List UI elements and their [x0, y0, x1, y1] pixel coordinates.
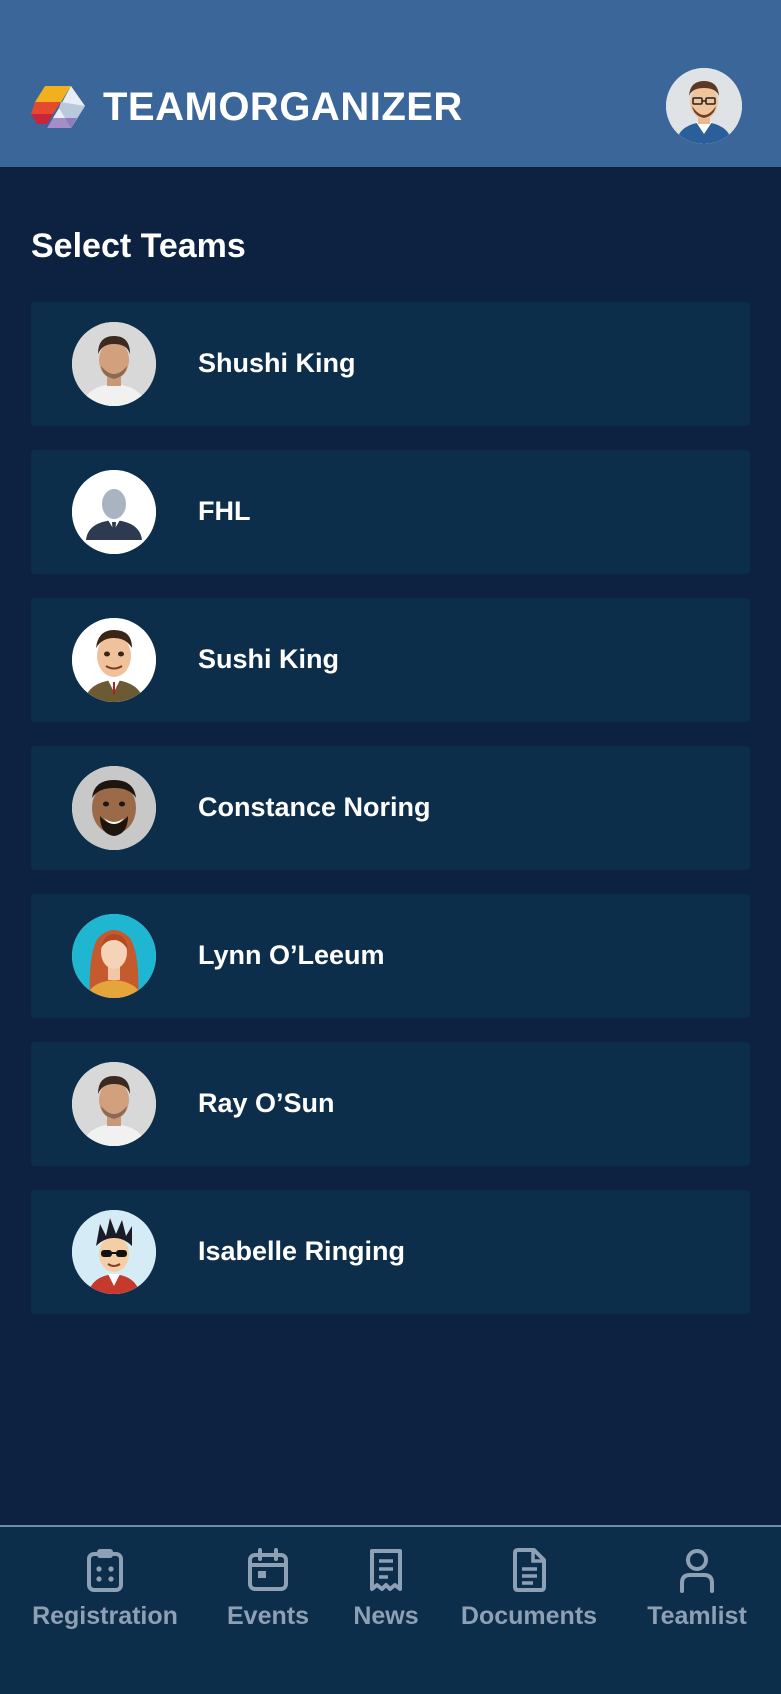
- app-name: TEAMORGANIZER: [103, 85, 463, 129]
- team-name: Isabelle Ringing: [198, 1236, 406, 1266]
- team-name: Ray O’Sun: [198, 1088, 335, 1118]
- bottom-navigation: Registration Events News Documents Teaml…: [0, 1525, 781, 1694]
- cartoon-smiling-man-avatar-icon: [72, 766, 156, 850]
- team-card-constance-noring[interactable]: Constance Noring: [31, 746, 750, 870]
- nav-item-documents[interactable]: Documents: [458, 1547, 600, 1657]
- cartoon-man-avatar-icon: [72, 618, 156, 702]
- nav-label: Events: [227, 1602, 309, 1630]
- nav-item-registration[interactable]: Registration: [30, 1547, 180, 1657]
- nav-item-events[interactable]: Events: [222, 1547, 314, 1657]
- teamorganizer-logo-icon: [31, 86, 85, 128]
- clipboard-icon: [87, 1549, 123, 1592]
- team-card-ray-osun[interactable]: Ray O’Sun: [31, 1042, 750, 1166]
- user-avatar-icon[interactable]: [666, 68, 742, 144]
- man-photo-avatar-icon: [72, 1062, 156, 1146]
- team-card-sushi-king[interactable]: Sushi King: [31, 598, 750, 722]
- team-name: Shushi King: [198, 348, 356, 378]
- calendar-icon: [248, 1548, 288, 1591]
- document-icon: [513, 1548, 546, 1592]
- team-card-isabelle-ringing[interactable]: Isabelle Ringing: [31, 1190, 750, 1314]
- nav-label: Registration: [32, 1602, 178, 1630]
- nav-item-teamlist[interactable]: Teamlist: [644, 1547, 750, 1657]
- team-list: Shushi King FHL Sushi King Constance Nor…: [31, 302, 750, 1338]
- cartoon-sunglasses-avatar-icon: [72, 1210, 156, 1294]
- woman-photo-avatar-icon: [72, 914, 156, 998]
- team-name: Lynn O’Leeum: [198, 940, 385, 970]
- nav-item-news[interactable]: News: [352, 1547, 420, 1657]
- nav-label: News: [353, 1602, 419, 1630]
- page-title: Select Teams: [31, 227, 246, 265]
- team-name: FHL: [198, 496, 251, 526]
- team-name: Sushi King: [198, 644, 339, 674]
- nav-label: Teamlist: [647, 1602, 747, 1630]
- person-icon: [680, 1549, 714, 1593]
- app-header: TEAMORGANIZER: [0, 0, 781, 167]
- team-card-fhl[interactable]: FHL: [31, 450, 750, 574]
- team-card-shushi-king[interactable]: Shushi King: [31, 302, 750, 426]
- receipt-icon: [370, 1549, 402, 1591]
- nav-label: Documents: [460, 1602, 598, 1630]
- team-card-lynn-oleeum[interactable]: Lynn O’Leeum: [31, 894, 750, 1018]
- man-photo-avatar-icon: [72, 322, 156, 406]
- default-person-avatar-icon: [72, 470, 156, 554]
- team-name: Constance Noring: [198, 792, 431, 822]
